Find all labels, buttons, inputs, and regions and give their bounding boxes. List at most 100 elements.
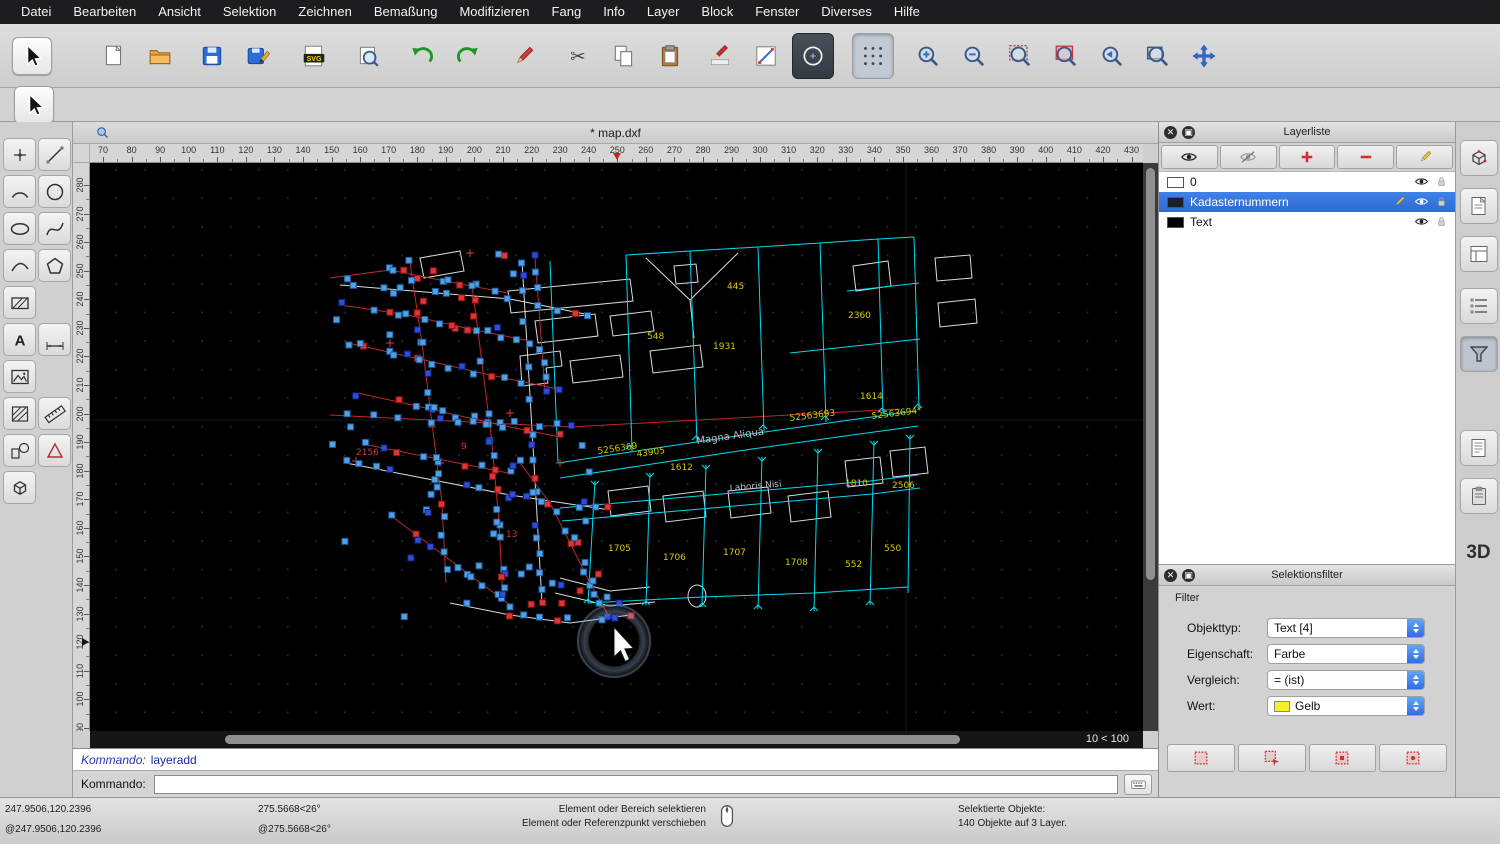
hatchsel-tool-button[interactable]: [3, 286, 36, 319]
clipboard-panel-button[interactable]: [1460, 478, 1498, 514]
menu-block[interactable]: Block: [690, 0, 744, 24]
horizontal-scrollbar[interactable]: 10 < 100: [90, 731, 1143, 748]
svg-text:9: 9: [461, 442, 467, 452]
auto-zoom-button[interactable]: [1000, 34, 1040, 78]
filter-subtract-button[interactable]: [1309, 744, 1377, 772]
cut-button[interactable]: ✂: [558, 34, 598, 78]
stepper-icon[interactable]: [1407, 671, 1424, 689]
filter-apply-button[interactable]: [1379, 744, 1447, 772]
edit-layer-button[interactable]: [1396, 145, 1453, 169]
box3d-tool-button[interactable]: [3, 471, 36, 504]
v-scroll-thumb[interactable]: [1146, 168, 1155, 580]
layer-visibility-icon[interactable]: [1414, 174, 1429, 189]
zoom-out-button[interactable]: [954, 34, 994, 78]
vertical-scrollbar[interactable]: [1143, 163, 1158, 731]
circle-tool-button[interactable]: [792, 33, 834, 79]
layer-lock-icon[interactable]: [1434, 194, 1449, 209]
filter-dropdown[interactable]: = (ist): [1267, 670, 1425, 690]
layer-lock-icon[interactable]: [1434, 174, 1449, 189]
menu-bearbeiten[interactable]: Bearbeiten: [62, 0, 147, 24]
modify-tool-button[interactable]: [38, 434, 71, 467]
remove-layer-button[interactable]: [1337, 145, 1394, 169]
print-preview-button[interactable]: [348, 34, 388, 78]
selection-filter-toggle-button[interactable]: [1460, 336, 1498, 372]
dim-tool-button[interactable]: [38, 323, 71, 356]
h-scroll-thumb[interactable]: [225, 735, 960, 744]
stepper-icon[interactable]: [1407, 697, 1424, 715]
filter-select-button[interactable]: [1167, 744, 1235, 772]
viewport-button[interactable]: [1460, 140, 1498, 176]
new-file-button[interactable]: [94, 34, 134, 78]
menu-diverses[interactable]: Diverses: [810, 0, 883, 24]
vertical-ruler: 2802702602502402302202102001901801701601…: [73, 163, 90, 731]
menu-bemaßung[interactable]: Bemaßung: [363, 0, 449, 24]
line-tool-button[interactable]: [38, 138, 71, 171]
text-tool-button[interactable]: A: [3, 323, 36, 356]
zoom-in-button[interactable]: [908, 34, 948, 78]
keyboard-button[interactable]: [1124, 774, 1152, 795]
menu-fang[interactable]: Fang: [541, 0, 593, 24]
draw-pencil-button[interactable]: [504, 34, 544, 78]
layer-row[interactable]: 0: [1159, 172, 1455, 192]
pan-button[interactable]: [1184, 34, 1224, 78]
polygon-tool-button[interactable]: [38, 249, 71, 282]
shape-tool-button[interactable]: [3, 434, 36, 467]
selection-arrow-button[interactable]: [14, 86, 54, 124]
command-input[interactable]: [154, 775, 1118, 794]
stepper-icon[interactable]: [1407, 645, 1424, 663]
layer-list-toggle-button[interactable]: [1460, 236, 1498, 272]
menu-modifizieren[interactable]: Modifizieren: [448, 0, 540, 24]
undo-button[interactable]: [402, 34, 442, 78]
arc-tool-button[interactable]: [3, 175, 36, 208]
paste-button[interactable]: [650, 34, 690, 78]
filter-dropdown[interactable]: Text [4]: [1267, 618, 1425, 638]
polyline-edit-button[interactable]: [746, 34, 786, 78]
curve-tool-button[interactable]: [3, 249, 36, 282]
copy-button[interactable]: [604, 34, 644, 78]
layer-visibility-icon[interactable]: [1414, 214, 1429, 229]
image-tool-button[interactable]: [3, 360, 36, 393]
filter-dropdown[interactable]: Gelb: [1267, 696, 1425, 716]
layer-lock-icon[interactable]: [1434, 214, 1449, 229]
measure-tool-button[interactable]: [38, 397, 71, 430]
command-history-toggle-button[interactable]: [1460, 430, 1498, 466]
block-list-toggle-button[interactable]: [1460, 288, 1498, 324]
stepper-icon[interactable]: [1407, 619, 1424, 637]
layer-row[interactable]: Text: [1159, 212, 1455, 232]
point-tool-button[interactable]: [3, 138, 36, 171]
ellipse-tool-button[interactable]: [3, 212, 36, 245]
show-all-layers-button[interactable]: [1161, 145, 1218, 169]
property-editor-button[interactable]: [1460, 188, 1498, 224]
menu-layer[interactable]: Layer: [636, 0, 691, 24]
menu-ansicht[interactable]: Ansicht: [147, 0, 212, 24]
add-layer-button[interactable]: [1279, 145, 1336, 169]
menu-zeichnen[interactable]: Zeichnen: [287, 0, 362, 24]
hide-all-layers-button[interactable]: [1220, 145, 1277, 169]
menu-fenster[interactable]: Fenster: [744, 0, 810, 24]
zoom-window-button[interactable]: [1138, 34, 1178, 78]
layer-row[interactable]: Kadasternummern: [1159, 192, 1455, 212]
zoom-selection-button[interactable]: [1046, 34, 1086, 78]
redo-button[interactable]: [448, 34, 488, 78]
menu-datei[interactable]: Datei: [10, 0, 62, 24]
svg-text:43905: 43905: [636, 446, 666, 460]
layer-visibility-icon[interactable]: [1414, 194, 1429, 209]
grid-toggle-button[interactable]: [852, 33, 894, 79]
menu-info[interactable]: Info: [592, 0, 636, 24]
spline-tool-button[interactable]: [38, 212, 71, 245]
circle-tool-button[interactable]: [38, 175, 71, 208]
selection-tool-button[interactable]: [12, 37, 52, 75]
save-as-button[interactable]: [238, 34, 278, 78]
menu-selektion[interactable]: Selektion: [212, 0, 287, 24]
drawing-canvas[interactable]: 4452360548193116145256369352563694*52563…: [90, 163, 1143, 731]
layer-edit-icon[interactable]: [1392, 194, 1407, 209]
menu-hilfe[interactable]: Hilfe: [883, 0, 931, 24]
svg-export-button[interactable]: SVG: [294, 34, 334, 78]
edit-pencil-button[interactable]: [700, 34, 740, 78]
hatch-tool-button[interactable]: [3, 397, 36, 430]
filter-add-selection-button[interactable]: [1238, 744, 1306, 772]
save-button[interactable]: [192, 34, 232, 78]
previous-view-button[interactable]: [1092, 34, 1132, 78]
open-file-button[interactable]: [140, 34, 180, 78]
filter-dropdown[interactable]: Farbe: [1267, 644, 1425, 664]
